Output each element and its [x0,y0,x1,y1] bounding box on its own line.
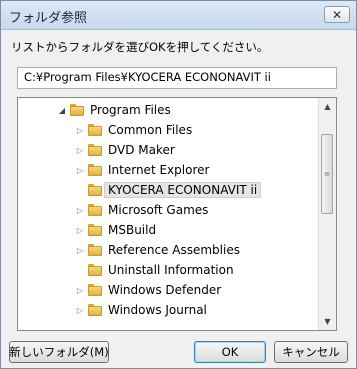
tree-row[interactable]: ▷ MSBuild [74,220,156,240]
folder-icon [88,144,102,156]
tree-item-label: Uninstall Information [108,263,234,277]
tree-row[interactable]: ▷ Internet Explorer [74,160,210,180]
ok-button[interactable]: OK [194,341,266,363]
tree-row[interactable]: ▷ Windows Defender [74,280,221,300]
folder-icon [70,104,84,116]
folder-browse-dialog: フォルダ参照 ✕ リストからフォルダを選びOKを押してください。 C:¥Prog… [0,0,357,369]
new-folder-button[interactable]: 新しいフォルダ(M) [9,341,109,363]
tree-item-label: Windows Journal [108,303,207,317]
tree-item-label: Microsoft Games [108,203,209,217]
tree-item-label: KYOCERA ECONONAVIT ii [104,182,262,198]
expand-arrow-icon[interactable]: ▷ [74,120,86,140]
tree-row-program-files[interactable]: ◢ Program Files [56,100,171,120]
cancel-button[interactable]: キャンセル [274,341,348,363]
close-button[interactable]: ✕ [324,6,350,23]
expand-arrow-icon[interactable]: ▷ [74,280,86,300]
folder-path-field[interactable]: C:¥Program Files¥KYOCERA ECONONAVIT ii [17,67,337,89]
scroll-up-icon[interactable]: ▲ [319,98,336,115]
tree-row[interactable]: KYOCERA ECONONAVIT ii [74,180,262,200]
dialog-title: フォルダ参照 [9,11,88,26]
scrollbar-thumb[interactable]: ≡ [321,134,333,214]
expand-arrow-icon[interactable]: ▷ [74,200,86,220]
folder-icon [88,244,102,256]
tree-row[interactable]: ▷ Microsoft Games [74,200,208,220]
tree-row[interactable]: Uninstall Information [74,260,234,280]
tree-row[interactable]: ▷ Windows Journal [74,300,207,320]
folder-icon [88,264,102,276]
expand-arrow-icon[interactable]: ▷ [74,300,86,320]
folder-icon [88,304,102,316]
close-icon: ✕ [331,7,343,22]
folder-icon [88,284,102,296]
tree-row[interactable]: ▷ DVD Maker [74,140,175,160]
folder-tree[interactable]: ◢ Program Files ▷ Common Files ▷ DVD Maker ▷… [17,97,337,331]
folder-icon [88,224,102,236]
collapse-arrow-icon[interactable]: ◢ [56,100,68,120]
tree-item-label: Windows Defender [108,283,222,297]
tree-item-label: Common Files [108,123,193,137]
folder-icon [88,124,102,136]
instruction-text: リストからフォルダを選びOKを押してください。 [11,40,269,54]
folder-icon [88,164,102,176]
scroll-down-icon[interactable]: ▼ [319,313,336,330]
folder-icon [88,204,102,216]
tree-item-label: DVD Maker [108,143,175,157]
vertical-scrollbar[interactable]: ▲ ≡ ▼ [318,98,336,330]
tree-item-label: Internet Explorer [108,163,210,177]
tree-item-label: Program Files [90,103,171,117]
tree-row[interactable]: ▷ Common Files [74,120,192,140]
tree-item-label: Reference Assemblies [108,243,240,257]
tree-item-label: MSBuild [108,223,157,237]
expand-arrow-icon[interactable]: ▷ [74,160,86,180]
title-bar[interactable]: フォルダ参照 ✕ [1,1,356,30]
folder-icon [88,184,102,196]
expand-arrow-icon[interactable]: ▷ [74,140,86,160]
expand-arrow-icon[interactable]: ▷ [74,220,86,240]
expand-arrow-icon[interactable]: ▷ [74,240,86,260]
tree-row[interactable]: ▷ Reference Assemblies [74,240,240,260]
